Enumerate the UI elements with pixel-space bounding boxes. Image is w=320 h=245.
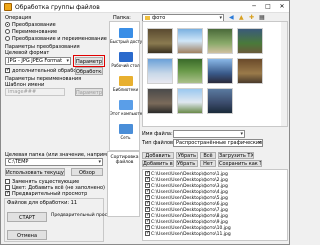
file-view[interactable] [142, 21, 288, 127]
load-txt-button[interactable]: Загрузить TXT [218, 152, 254, 159]
pattern-input[interactable]: image### [5, 88, 65, 96]
operation-label: Операция [5, 15, 32, 21]
thumbnail[interactable] [177, 58, 203, 86]
filetype-select[interactable]: Распространённые графические файлы [173, 139, 263, 147]
maximize-button[interactable]: □ [261, 1, 275, 13]
save-txt-button[interactable]: Сохранить как TXT [218, 160, 262, 167]
thumbnail[interactable] [147, 58, 173, 86]
nav-quick-access[interactable]: Быстрый доступ [110, 28, 145, 44]
radio-rename-label: Переименование [12, 29, 58, 35]
sort-panel: Сортировка файлов [107, 151, 140, 217]
star-icon [118, 28, 133, 38]
places-bar: Быстрый доступ Рабочий стол Библиотеки Э… [109, 21, 145, 151]
filetype-label: Тип файлов: [142, 140, 175, 146]
nav-network-label: Сеть [120, 135, 131, 140]
target-folder-input[interactable]: C:\TEMP [5, 158, 103, 166]
thumbnail[interactable] [207, 88, 233, 116]
computer-icon [118, 100, 133, 110]
browse-button[interactable]: Обзор [71, 168, 103, 176]
list-item-checkbox[interactable] [145, 230, 150, 236]
highlight-box [73, 55, 105, 67]
list-item[interactable]: C:\Users\User\Desktop\фото\11.jpg [145, 230, 231, 237]
up-folder-icon[interactable]: ▲ [239, 14, 244, 21]
advanced-button[interactable]: Обработка [75, 67, 103, 75]
new-folder-icon[interactable]: ✚ [249, 14, 254, 21]
thumbnail[interactable] [147, 28, 173, 56]
nav-libraries-label: Библиотеки [112, 87, 139, 92]
start-button[interactable]: СТАРТ [7, 212, 47, 222]
remove-all-button[interactable]: Убрать всё [176, 160, 198, 167]
thumbnail[interactable] [207, 28, 233, 56]
minimize-button[interactable]: ─ [247, 1, 261, 13]
back-icon[interactable]: ◀ [229, 14, 234, 21]
file-list[interactable]: C:\Users\User\Desktop\фото\1.jpg C:\User… [142, 169, 288, 241]
title-bar: Обработка группы файлов ─ □ ✕ [1, 1, 289, 13]
thumbnail[interactable] [207, 58, 233, 86]
format-select[interactable]: JPG - JPG JPEG Format [5, 57, 71, 65]
radio-convert-label: Преобразование [12, 22, 56, 28]
radio-rename[interactable] [5, 29, 10, 34]
nav-libraries[interactable]: Библиотеки [110, 76, 141, 92]
add-all-button[interactable]: Добавить всё [142, 160, 174, 167]
remove-button[interactable]: Убрать [176, 152, 198, 159]
add-button[interactable]: Добавить [142, 152, 174, 159]
rename-params-button[interactable]: Параметры [75, 88, 103, 96]
network-icon [118, 124, 133, 134]
sort-label[interactable]: Сортировка файлов [110, 155, 139, 165]
nav-desktop-label: Рабочий стол [111, 63, 140, 68]
cancel-button[interactable]: Отмена [7, 230, 47, 240]
radio-convert[interactable] [5, 22, 10, 27]
thumbnail[interactable] [237, 28, 263, 56]
list-item-path: C:\Users\User\Desktop\фото\11.jpg [151, 232, 231, 237]
folder-icon [145, 15, 150, 20]
scrollbar[interactable] [281, 22, 287, 126]
nav-this-pc-label: Этот компьютер [110, 111, 145, 116]
nav-quick-access-label: Быстрый доступ [110, 39, 145, 44]
preview-label: Предварительный просмотр [12, 191, 88, 197]
window-title: Обработка группы файлов [15, 4, 100, 11]
preview-checkbox[interactable] [5, 190, 10, 196]
radio-convert-rename[interactable] [5, 36, 10, 41]
batch-dialog: Обработка группы файлов ─ □ ✕ Операция П… [0, 0, 290, 245]
select-all-button[interactable]: Всё [200, 152, 216, 159]
radio-convert-rename-label: Преобразование и переименование [12, 36, 107, 42]
clear-button[interactable]: Нет [200, 160, 216, 167]
library-icon [118, 76, 133, 86]
desktop-icon [118, 52, 133, 62]
use-current-folder-button[interactable]: Использовать текущую папку [5, 168, 65, 176]
thumbnail[interactable] [237, 58, 263, 86]
filename-input[interactable] [173, 130, 245, 138]
app-icon [4, 3, 12, 11]
nav-this-pc[interactable]: Этот компьютер [110, 100, 145, 116]
thumbnail[interactable] [177, 28, 203, 56]
thumbnail[interactable] [177, 88, 203, 116]
advanced-checkbox[interactable] [5, 67, 10, 73]
filename-label: Имя файла: [142, 131, 173, 137]
view-menu-icon[interactable]: ▦ [259, 14, 265, 21]
nav-desktop[interactable]: Рабочий стол [110, 52, 141, 68]
close-button[interactable]: ✕ [275, 1, 289, 13]
files-count-label: Файлов для обработки: 11 [7, 200, 77, 206]
replace-checkbox[interactable] [5, 179, 10, 184]
format-label: Целевой формат [5, 50, 50, 56]
thumbnail[interactable] [147, 88, 173, 116]
nav-network[interactable]: Сеть [110, 124, 141, 140]
